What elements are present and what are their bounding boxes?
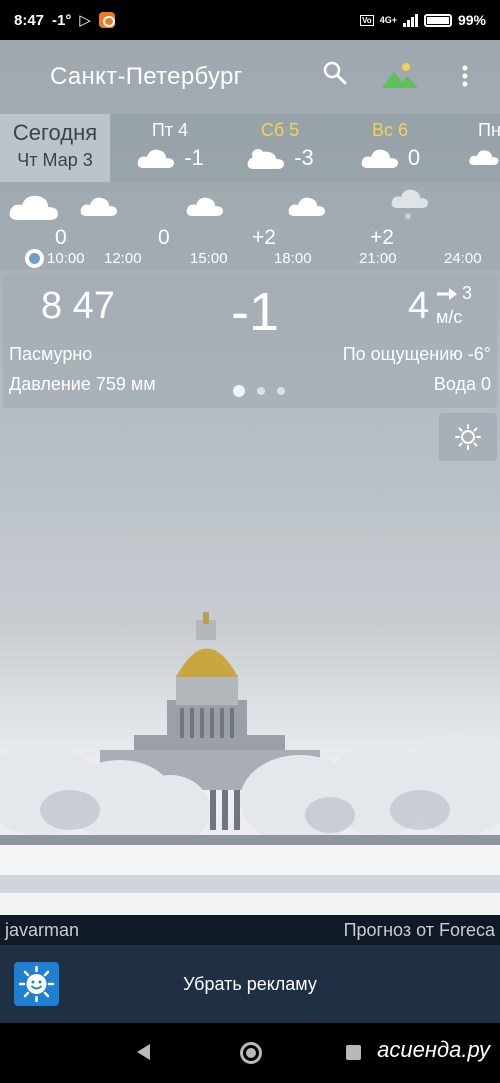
day-date: Чт Мар 3 — [17, 150, 93, 170]
network-type: 4G+ — [379, 15, 397, 25]
watermark: асиенда.ру — [377, 1037, 490, 1062]
wind-direction: 3 — [436, 283, 472, 304]
partly-cloudy-icon — [247, 149, 285, 169]
signal-icon — [402, 13, 418, 27]
day-night-toggle-button[interactable] — [439, 413, 497, 461]
cloud-icon — [9, 195, 58, 220]
forecast-source[interactable]: Прогноз от Foreca — [344, 920, 495, 941]
landscape-icon[interactable] — [382, 62, 418, 88]
cloud-icon — [186, 197, 223, 216]
wind-dir-value: 3 — [462, 283, 473, 303]
photo-credit-bar: javarman Прогноз от Foreca — [0, 915, 500, 945]
feels-like-text: По ощущению -6° — [342, 344, 491, 364]
battery-icon — [423, 13, 452, 27]
arrow-right-icon — [437, 287, 457, 300]
recent-apps-icon[interactable] — [346, 1045, 361, 1060]
pressure-text: Давление 759 мм — [9, 374, 156, 394]
status-temp: -1° — [52, 11, 72, 29]
svg-text:*: * — [404, 209, 412, 226]
hourly-temp: 0 — [158, 226, 170, 249]
day-item[interactable]: Сб 5 -3 — [240, 114, 320, 182]
hourly-time: 12:00 — [104, 250, 142, 267]
hourly-temp: +2 — [370, 226, 394, 249]
hourly-temp: +2 — [252, 226, 276, 249]
play-icon: ▷ — [79, 12, 91, 29]
current-time: 8 47 — [41, 285, 115, 327]
day-temp: 0 — [407, 145, 421, 170]
hourly-time: 24:00 — [444, 250, 482, 267]
page-indicator — [233, 385, 285, 397]
hourly-strip[interactable]: * 0 0 +2 +2 10:00 12:00 15:00 18:00 21:0… — [0, 182, 500, 270]
search-icon[interactable] — [322, 60, 348, 86]
remove-ads-label: Убрать рекламу — [183, 973, 317, 994]
city-title[interactable]: Санкт-Петербург — [50, 63, 243, 91]
current-time-marker — [25, 249, 44, 268]
water-temp-text: Вода 0 — [433, 374, 491, 394]
cloud-icon — [361, 149, 398, 168]
hourly-temp: 0 — [55, 226, 67, 249]
volte-icon: Vo — [360, 14, 374, 26]
back-icon[interactable] — [137, 1044, 150, 1060]
status-bar: 8:47 -1° ▷ Vo 4G+ 99% — [0, 0, 500, 40]
hourly-time: 21:00 — [359, 250, 397, 267]
snow-cloud-icon: * — [391, 189, 428, 226]
day-name: Пт 4 — [151, 120, 189, 140]
day-name: Сб 5 — [260, 120, 300, 140]
status-time: 8:47 — [14, 11, 45, 29]
day-today[interactable]: Сегодня Чт Мар 3 — [0, 114, 110, 182]
current-weather-card[interactable]: 8 47 -1 4 3 м/с Пасмурно По ощущению -6°… — [3, 275, 497, 408]
remove-ads-bar[interactable]: Убрать рекламу — [0, 945, 500, 1023]
wind-speed: 4 — [408, 285, 430, 327]
app-notification-icon — [98, 12, 115, 28]
hourly-time: 15:00 — [190, 250, 228, 267]
toolbar: Санкт-Петербург — [0, 40, 500, 114]
day-name: Вс 6 — [371, 120, 409, 140]
battery-level: 99% — [457, 12, 486, 28]
day-name: Пн — [478, 120, 500, 140]
day-item[interactable]: Пт 4 -1 — [130, 114, 210, 182]
home-icon[interactable] — [240, 1042, 262, 1064]
day-item[interactable]: Пн — [462, 114, 500, 182]
days-strip: Сегодня Чт Мар 3 Пт 4 -1 Сб 5 -3 Вс 6 0 … — [0, 114, 500, 182]
day-item[interactable]: Вс 6 0 — [350, 114, 430, 182]
hourly-time: 10:00 — [47, 250, 85, 267]
cloud-icon — [80, 197, 117, 216]
day-name: Сегодня — [12, 120, 98, 145]
current-temp: -1 — [231, 282, 280, 342]
wind-unit: м/с — [436, 307, 463, 327]
day-temp: -3 — [294, 145, 314, 170]
hourly-time: 18:00 — [274, 250, 312, 267]
cloud-icon — [137, 149, 175, 168]
condition-text: Пасмурно — [9, 344, 93, 364]
day-temp: -1 — [184, 145, 204, 170]
more-options-icon[interactable] — [460, 64, 470, 90]
cloud-icon — [288, 197, 325, 216]
cloud-icon — [469, 150, 499, 165]
sun-moon-icon — [455, 424, 481, 450]
photo-author[interactable]: javarman — [5, 920, 79, 941]
